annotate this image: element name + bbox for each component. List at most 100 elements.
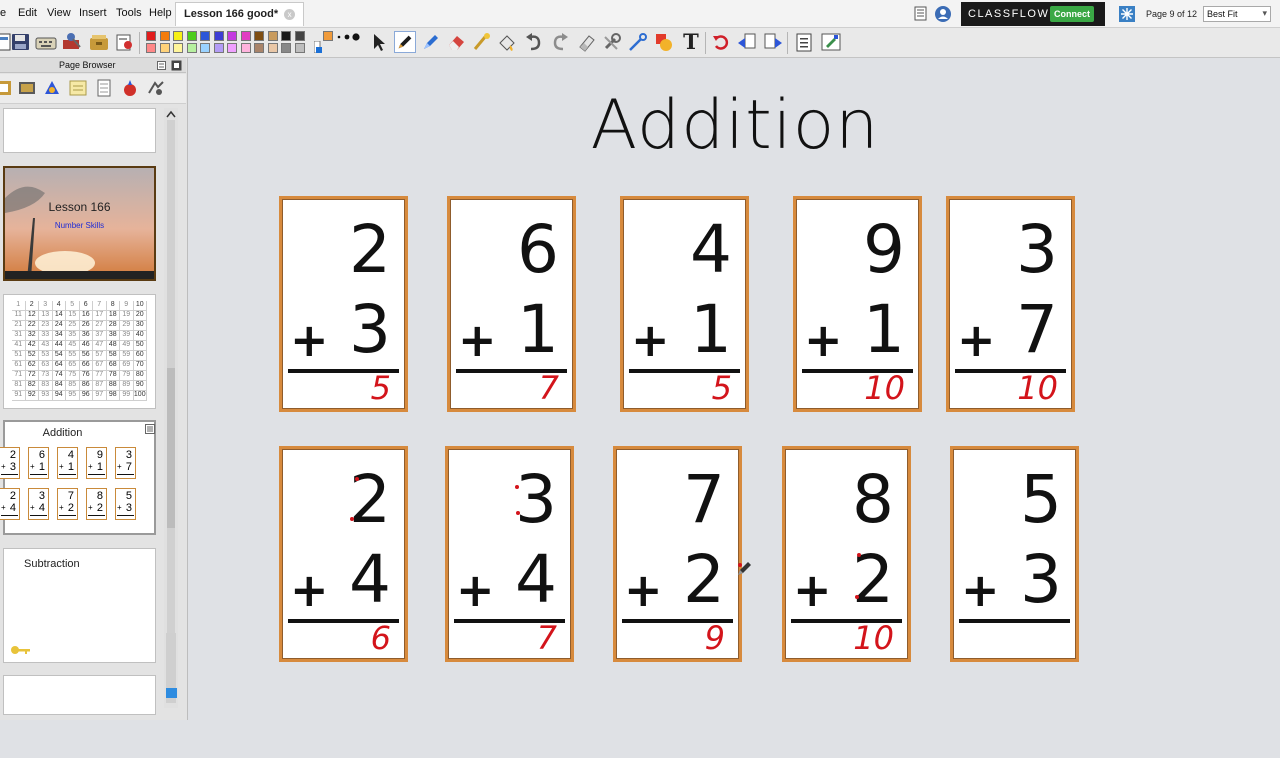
page-thumbnail-number-grid[interactable]: 1 2 3 4 5 6 7 8 9 10 11 12 13 14 15 16 17 18 19 20 21 22 23 24 2… bbox=[3, 294, 156, 409]
main-menu-icon[interactable] bbox=[793, 31, 815, 53]
flash-card[interactable]: 3 4 +7 bbox=[445, 446, 574, 662]
page-thumbnail-subtraction[interactable]: Subtraction bbox=[3, 548, 156, 663]
page-browser-scrollbar[interactable] bbox=[164, 108, 178, 708]
hundred-chart-cell: 90 bbox=[133, 381, 147, 391]
classflow-connect-button[interactable]: Connect bbox=[1050, 6, 1094, 22]
scroll-thumb[interactable] bbox=[167, 368, 175, 528]
color-swatch[interactable] bbox=[294, 43, 305, 53]
document-camera-icon[interactable] bbox=[114, 31, 136, 53]
page-thumbnail-lesson[interactable]: Lesson 166 Number Skills bbox=[3, 166, 156, 281]
panel-menu-icon[interactable] bbox=[157, 61, 166, 70]
menu-view[interactable]: View bbox=[47, 7, 71, 19]
highlighter-icon[interactable] bbox=[420, 31, 442, 53]
color-swatch[interactable] bbox=[186, 43, 197, 53]
undo-icon[interactable] bbox=[523, 31, 545, 53]
color-swatch[interactable] bbox=[281, 43, 291, 53]
menu-help[interactable]: Help bbox=[149, 7, 172, 19]
hundred-chart-cell: 28 bbox=[106, 321, 120, 331]
pen-width-icon[interactable] bbox=[334, 32, 362, 48]
clear-icon[interactable] bbox=[576, 31, 598, 53]
color-swatch[interactable] bbox=[267, 43, 278, 53]
card-answer-handwritten: 7 bbox=[538, 369, 559, 407]
color-swatch[interactable] bbox=[173, 43, 183, 53]
color-swatch[interactable] bbox=[294, 31, 305, 41]
keyboard-icon[interactable] bbox=[35, 31, 57, 53]
resource-library-icon[interactable] bbox=[88, 31, 110, 53]
mini-card-bottom: 1 bbox=[38, 461, 45, 473]
color-swatch[interactable] bbox=[159, 31, 170, 41]
menu-tools[interactable]: Tools bbox=[116, 7, 142, 19]
color-swatch[interactable] bbox=[213, 43, 224, 53]
fill-icon[interactable] bbox=[496, 31, 518, 53]
scroll-up-icon[interactable] bbox=[166, 110, 176, 118]
hundred-chart-cell: 96 bbox=[79, 391, 93, 401]
tools-icon[interactable] bbox=[61, 31, 83, 53]
flash-card[interactable]: 6 1 +7 bbox=[447, 196, 576, 412]
page-browser-icon[interactable] bbox=[0, 78, 14, 98]
reset-page-icon[interactable] bbox=[710, 31, 732, 53]
next-page-icon[interactable] bbox=[762, 31, 784, 53]
color-swatch[interactable] bbox=[267, 31, 278, 41]
mini-card-top: 3 bbox=[38, 490, 45, 502]
redo-icon[interactable] bbox=[549, 31, 571, 53]
pen-color-swatch[interactable] bbox=[323, 31, 333, 41]
zoom-slider-handle[interactable] bbox=[166, 688, 177, 698]
flash-card[interactable]: 2 4 +6 bbox=[279, 446, 408, 662]
zoom-fit-select[interactable]: Best Fit ▾ bbox=[1203, 6, 1271, 22]
menu-edit[interactable]: Edit bbox=[18, 7, 37, 19]
color-swatch[interactable] bbox=[227, 31, 237, 41]
menu-file[interactable]: e bbox=[0, 7, 6, 19]
flipchart-canvas[interactable]: Addition 2 3 +5 6 1 +7 4 1 +5 9 1 +10 3 7 +10 2 4 +6 3 4 +7 7… bbox=[190, 58, 1280, 720]
customize-toolbox-icon[interactable] bbox=[820, 31, 842, 53]
color-swatch[interactable] bbox=[200, 43, 210, 53]
color-swatch[interactable] bbox=[254, 31, 264, 41]
action-browser-icon[interactable] bbox=[120, 78, 140, 98]
flash-card[interactable]: 8 2 +10 bbox=[782, 446, 911, 662]
menu-insert[interactable]: Insert bbox=[79, 7, 107, 19]
page-view-icon[interactable] bbox=[913, 6, 928, 21]
user-profile-icon[interactable] bbox=[934, 5, 952, 23]
flash-card[interactable]: 5 3 + bbox=[950, 446, 1079, 662]
magic-ink-icon[interactable] bbox=[471, 31, 493, 53]
color-swatch[interactable] bbox=[186, 31, 197, 41]
color-swatch[interactable] bbox=[146, 31, 156, 41]
thumb-menu-icon[interactable] bbox=[145, 424, 155, 434]
save-icon[interactable] bbox=[10, 31, 32, 53]
flash-card[interactable]: 3 7 +10 bbox=[946, 196, 1075, 412]
snowflake-icon[interactable] bbox=[1119, 6, 1135, 22]
eraser-icon[interactable] bbox=[446, 31, 468, 53]
text-tool-icon[interactable]: T bbox=[680, 31, 702, 53]
color-swatch[interactable] bbox=[173, 31, 183, 41]
document-tab[interactable]: Lesson 166 good* x bbox=[175, 2, 305, 26]
flash-card[interactable]: 2 3 +5 bbox=[279, 196, 408, 412]
property-browser-icon[interactable] bbox=[94, 78, 114, 98]
notes-browser-icon[interactable] bbox=[68, 78, 88, 98]
page-title[interactable]: Addition bbox=[190, 86, 1280, 165]
color-swatch[interactable] bbox=[281, 31, 291, 41]
close-tab-icon[interactable]: x bbox=[284, 9, 296, 20]
panel-close-icon[interactable] bbox=[171, 60, 182, 71]
select-pointer-icon[interactable] bbox=[368, 31, 390, 53]
color-swatch[interactable] bbox=[254, 43, 264, 53]
connector-icon[interactable] bbox=[627, 31, 649, 53]
color-swatch[interactable] bbox=[227, 43, 237, 53]
resource-browser-icon[interactable] bbox=[17, 78, 37, 98]
page-thumbnail[interactable] bbox=[3, 108, 156, 153]
flash-card[interactable]: 9 1 +10 bbox=[793, 196, 922, 412]
color-swatch[interactable] bbox=[213, 31, 224, 41]
wrench-tools-icon[interactable] bbox=[601, 31, 623, 53]
color-swatch[interactable] bbox=[240, 43, 251, 53]
color-swatch[interactable] bbox=[200, 31, 210, 41]
object-browser-icon[interactable] bbox=[42, 78, 62, 98]
vote-browser-icon[interactable] bbox=[146, 78, 166, 98]
flash-card[interactable]: 7 2 +9 bbox=[613, 446, 742, 662]
color-swatch[interactable] bbox=[146, 43, 156, 53]
flash-card[interactable]: 4 1 +5 bbox=[620, 196, 749, 412]
page-thumbnail[interactable] bbox=[3, 675, 156, 715]
pen-tool-icon[interactable] bbox=[394, 31, 416, 53]
shape-icon[interactable] bbox=[653, 31, 675, 53]
page-thumbnail-addition[interactable]: Addition 2 3 +6 1 +4 1 +9 1 +3 7 +2 4 +3 4 +7 2 +8 2 +5 3 + bbox=[0, 420, 156, 535]
color-swatch[interactable] bbox=[240, 31, 251, 41]
color-swatch[interactable] bbox=[159, 43, 170, 53]
previous-page-icon[interactable] bbox=[736, 31, 758, 53]
